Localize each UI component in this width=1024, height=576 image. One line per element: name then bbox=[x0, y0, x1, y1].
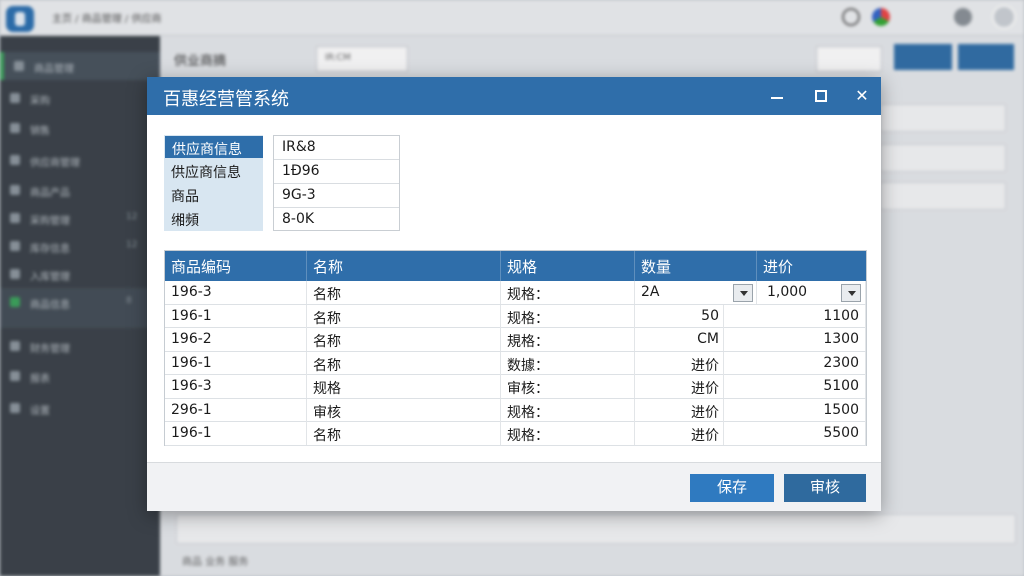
minimize-icon bbox=[771, 97, 783, 99]
cell-code[interactable]: 196-1 bbox=[165, 351, 307, 375]
maximize-button[interactable] bbox=[808, 83, 834, 109]
qty-dropdown-icon[interactable] bbox=[733, 284, 753, 302]
cell-qty[interactable]: CM bbox=[635, 328, 723, 351]
cell-qty[interactable]: 50 bbox=[635, 305, 723, 328]
dialog-titlebar: 百惠经营管系统 ✕ bbox=[147, 77, 881, 115]
cell-spec[interactable]: 规格： bbox=[501, 422, 635, 445]
cell-name[interactable]: 审核 bbox=[307, 398, 501, 422]
info-labels: 供应商信息 供应商信息 商品 缃頻 bbox=[164, 135, 263, 231]
column-header-spec[interactable]: 规格 bbox=[501, 251, 635, 281]
cell-name[interactable]: 规格 bbox=[307, 375, 501, 398]
table-row[interactable]: 196-1 名称 规格： 50 1100 bbox=[165, 304, 866, 328]
info-label[interactable]: 商品 bbox=[164, 183, 263, 207]
cell-code[interactable]: 196-3 bbox=[165, 375, 307, 398]
cell-code[interactable]: 196-2 bbox=[165, 328, 307, 351]
cell-code[interactable]: 196-3 bbox=[165, 281, 307, 304]
cell-qty[interactable]: 进价 bbox=[635, 399, 723, 422]
cell-spec[interactable]: 规格： bbox=[501, 281, 635, 304]
table-row[interactable]: 196-3 名称 规格： 2A 1,000 bbox=[165, 281, 866, 305]
column-divider bbox=[723, 351, 724, 375]
column-divider bbox=[723, 328, 724, 351]
column-header-price[interactable]: 进价 bbox=[757, 251, 866, 281]
save-button[interactable]: 保存 bbox=[690, 474, 774, 502]
cell-name[interactable]: 名称 bbox=[307, 328, 501, 351]
cell-price[interactable]: 1300 bbox=[757, 328, 866, 351]
cell-name[interactable]: 名称 bbox=[307, 422, 501, 445]
maximize-icon bbox=[815, 90, 827, 102]
cell-spec[interactable]: 規格： bbox=[501, 328, 635, 351]
column-divider bbox=[723, 398, 724, 422]
cell-price[interactable]: 5500 bbox=[757, 422, 866, 445]
column-header-qty[interactable]: 数量 bbox=[635, 251, 757, 281]
cell-name[interactable]: 名称 bbox=[307, 304, 501, 328]
close-button[interactable]: ✕ bbox=[849, 83, 875, 109]
cell-price[interactable]: 2300 bbox=[757, 351, 866, 375]
dialog: 百惠经营管系统 ✕ 供应商信息 供应商信息 商品 缃頻 IR&8 1Đ96 9G… bbox=[147, 77, 881, 511]
table-row[interactable]: 196-3 规格 审核： 进价 5100 bbox=[165, 375, 866, 399]
cell-qty[interactable]: 进价 bbox=[635, 352, 723, 375]
cell-name[interactable]: 名称 bbox=[307, 351, 501, 375]
info-value-field[interactable]: IR&8 bbox=[274, 136, 399, 160]
cell-price[interactable]: 5100 bbox=[757, 375, 866, 398]
products-table: 商品编码 名称 规格 数量 进价 196-3 名称 规格： 2A 1,000 196-1 名… bbox=[164, 250, 867, 446]
table-header: 商品编码 名称 规格 数量 进价 bbox=[165, 251, 866, 281]
info-value-field[interactable]: 8-0K bbox=[274, 208, 399, 232]
info-value-field[interactable]: 1Đ96 bbox=[274, 160, 399, 184]
cell-spec[interactable]: 规格： bbox=[501, 304, 635, 328]
minimize-button[interactable] bbox=[764, 83, 790, 109]
cell-code[interactable]: 296-1 bbox=[165, 398, 307, 422]
table-row[interactable]: 296-1 审核 规格： 进价 1500 bbox=[165, 398, 866, 422]
column-divider bbox=[723, 422, 724, 445]
info-value-field[interactable]: 9G-3 bbox=[274, 184, 399, 208]
column-header-code[interactable]: 商品编码 bbox=[165, 251, 307, 281]
dialog-footer: 保存 审核 bbox=[147, 462, 881, 511]
info-label[interactable]: 供应商信息 bbox=[165, 136, 263, 158]
cell-code[interactable]: 196-1 bbox=[165, 304, 307, 328]
column-divider bbox=[723, 375, 724, 398]
dialog-title: 百惠经营管系统 bbox=[163, 89, 289, 110]
cell-spec[interactable]: 审核： bbox=[501, 375, 635, 398]
cell-price[interactable]: 1500 bbox=[757, 398, 866, 422]
cell-name[interactable]: 名称 bbox=[307, 281, 501, 304]
info-label[interactable]: 缃頻 bbox=[164, 207, 263, 231]
cell-spec[interactable]: 规格： bbox=[501, 398, 635, 422]
close-icon: ✕ bbox=[855, 86, 869, 105]
audit-button[interactable]: 审核 bbox=[784, 474, 866, 502]
price-dropdown-icon[interactable] bbox=[841, 284, 861, 302]
column-header-name[interactable]: 名称 bbox=[307, 251, 501, 281]
column-divider bbox=[723, 304, 724, 328]
cell-qty[interactable]: 进价 bbox=[635, 375, 723, 398]
info-values: IR&8 1Đ96 9G-3 8-0K bbox=[273, 135, 400, 231]
info-label[interactable]: 供应商信息 bbox=[164, 159, 263, 183]
cell-code[interactable]: 196-1 bbox=[165, 422, 307, 445]
table-row[interactable]: 196-1 名称 规格： 进价 5500 bbox=[165, 422, 866, 446]
cell-qty[interactable]: 进价 bbox=[635, 422, 723, 445]
cell-price[interactable]: 1100 bbox=[757, 304, 866, 328]
table-row[interactable]: 196-1 名称 数據： 进价 2300 bbox=[165, 351, 866, 375]
cell-spec[interactable]: 数據： bbox=[501, 351, 635, 375]
table-row[interactable]: 196-2 名称 規格： CM 1300 bbox=[165, 328, 866, 352]
